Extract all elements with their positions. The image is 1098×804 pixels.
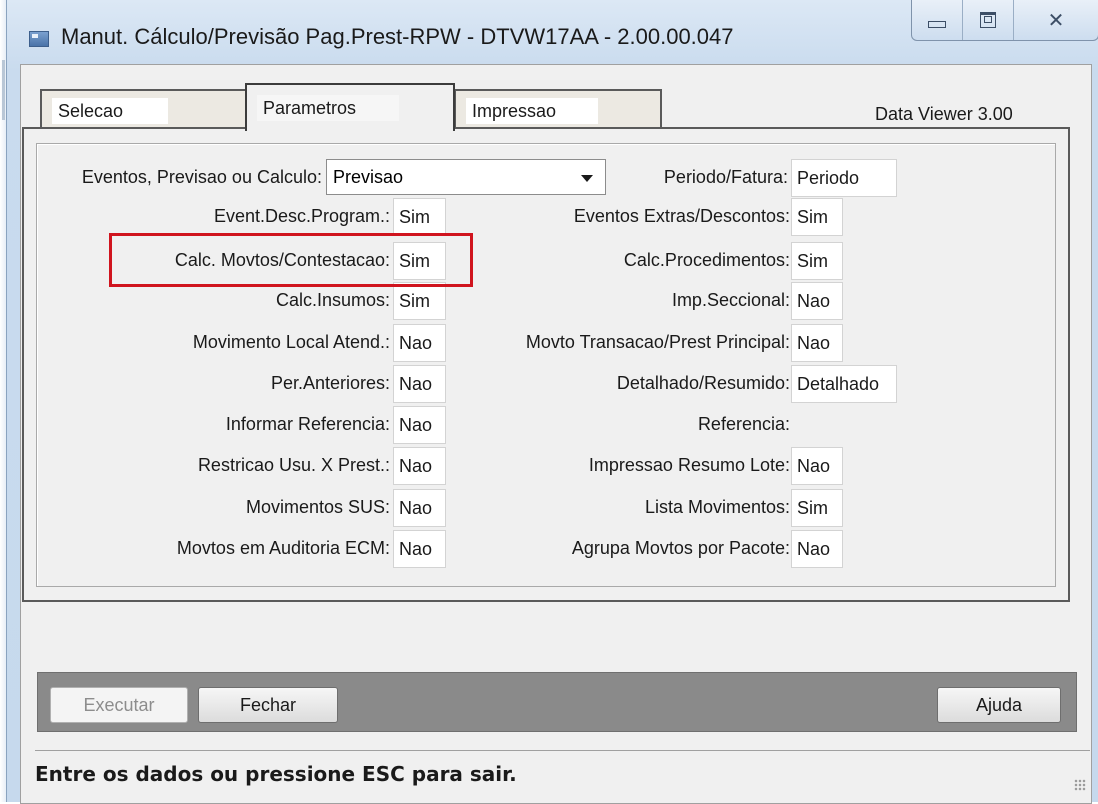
movtos-auditoria-ecm-field[interactable]: Nao [393,530,446,568]
periodo-fatura-label: Periodo/Fatura: [663,167,788,187]
field-label: Movtos em Auditoria ECM: [176,538,390,558]
fechar-button[interactable]: Fechar [198,687,338,723]
field-label: Movimento Local Atend.: [192,332,390,352]
minimize-icon [928,20,946,28]
field-label: Informar Referencia: [225,414,390,434]
app-icon [29,31,49,47]
movimento-local-atend-field[interactable]: Nao [393,324,446,362]
restricao-usu-prest-field[interactable]: Nao [393,447,446,485]
status-text: Entre os dados ou pressione ESC para sai… [35,762,517,786]
version-label: Data Viewer 3.00 [875,104,1013,124]
field-label: Referencia: [697,414,790,434]
caption-buttons: ✕ [911,0,1098,41]
field-label: Movimentos SUS: [245,497,390,517]
agrupa-movtos-pacote-field[interactable]: Nao [791,530,843,568]
combo-label: Eventos, Previsao ou Calculo: [81,167,322,187]
close-button[interactable]: ✕ [1014,0,1098,40]
per-anteriores-field[interactable]: Nao [393,365,446,403]
impressao-resumo-lote-field[interactable]: Nao [791,447,843,485]
field-label: Calc.Procedimentos: [623,250,790,270]
field-label: Movto Transacao/Prest Principal: [525,332,790,352]
lista-movimentos-field[interactable]: Sim [791,489,843,527]
field-label: Impressao Resumo Lote: [588,455,790,475]
tab-label: Impressao [466,98,598,124]
field-label: Event.Desc.Program.: [213,206,390,226]
tab-parametros[interactable]: Parametros [245,83,455,131]
executar-button[interactable]: Executar [50,687,188,723]
title-bar[interactable]: Manut. Cálculo/Previsão Pag.Prest-RPW - … [7,0,1098,64]
calc-insumos-field[interactable]: Sim [393,282,446,320]
combo-value: Previsao [333,167,404,187]
button-bar: Executar Fechar Ajuda [37,672,1077,732]
calc-procedimentos-field[interactable]: Sim [791,242,843,280]
field-label: Lista Movimentos: [644,497,790,517]
resize-grip-icon[interactable] [1074,779,1086,791]
tab-label: Parametros [257,95,399,121]
periodo-fatura-field[interactable]: Periodo [791,159,897,197]
field-label: Agrupa Movtos por Pacote: [571,538,790,558]
window-title: Manut. Cálculo/Previsão Pag.Prest-RPW - … [61,24,734,49]
edge-mark [2,60,5,120]
tab-selecao[interactable]: Selecao [40,89,248,129]
field-label: Restricao Usu. X Prest.: [197,455,390,475]
eventos-extras-descontos-field[interactable]: Sim [791,198,843,236]
maximize-button[interactable] [963,0,1014,40]
close-icon: ✕ [1047,9,1065,32]
chevron-down-icon [581,175,593,182]
movimentos-sus-field[interactable]: Nao [393,489,446,527]
eventos-previsao-calculo-select[interactable]: Previsao [326,159,606,195]
tab-impressao[interactable]: Impressao [454,89,662,129]
informar-referencia-field[interactable]: Nao [393,406,446,444]
imp-seccional-field[interactable]: Nao [791,282,843,320]
status-bar: Entre os dados ou pressione ESC para sai… [35,750,1090,795]
event-desc-program-field[interactable]: Sim [393,198,446,236]
ajuda-button[interactable]: Ajuda [937,687,1061,723]
field-label: Eventos Extras/Descontos: [573,206,790,226]
tab-label: Selecao [52,98,168,124]
field-label: Per.Anteriores: [270,373,390,393]
field-label: Imp.Seccional: [671,290,790,310]
movto-transacao-prest-principal-field[interactable]: Nao [791,324,843,362]
detalhado-resumido-field[interactable]: Detalhado [791,365,897,403]
highlight-box [109,233,473,287]
active-tab-joint [247,126,453,132]
minimize-button[interactable] [912,0,963,40]
field-label: Detalhado/Resumido: [616,373,790,393]
restore-icon [980,12,996,28]
